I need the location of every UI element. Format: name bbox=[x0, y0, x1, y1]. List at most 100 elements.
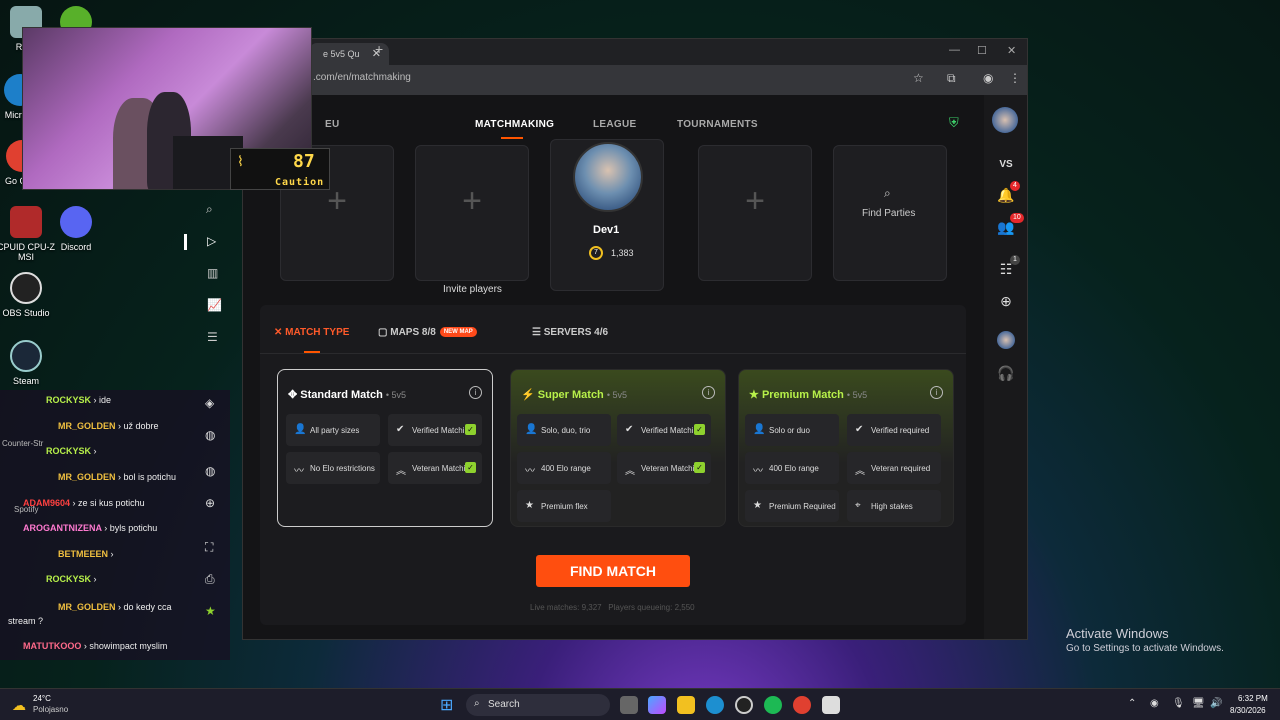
match-settings-panel: ✕ MATCH TYPE ▢ MAPS 8/8 NEW MAP ☰ SERVERS… bbox=[260, 305, 966, 625]
headset-icon[interactable]: 🎧 bbox=[996, 363, 1016, 383]
bell-icon[interactable]: 🔔 4 bbox=[996, 181, 1020, 205]
obs-icon[interactable] bbox=[735, 696, 753, 714]
search-box[interactable]: ⌕ Search bbox=[466, 694, 610, 716]
pulse-icon: ⌇ bbox=[237, 153, 244, 169]
add-icon[interactable]: ⊕ bbox=[996, 291, 1016, 311]
desktop-icon-steam[interactable]: Steam bbox=[0, 340, 58, 386]
standard-match-card[interactable]: ✥ Standard Match • 5v5 i 👤 All party size… bbox=[277, 369, 493, 527]
nav-league[interactable]: LEAGUE bbox=[593, 119, 636, 130]
player-avatar bbox=[573, 142, 643, 212]
network-icon[interactable]: 🖥 bbox=[1192, 698, 1205, 709]
basket-side-icon[interactable]: ⎙ bbox=[205, 572, 215, 587]
clock-time[interactable]: 6:32 PM bbox=[1238, 694, 1268, 703]
feature-elo: 〰 No Elo restrictions bbox=[286, 452, 380, 484]
shield-icon[interactable]: ⛨ bbox=[949, 115, 959, 131]
chat-line: MR_GOLDEN › do kedy cca stream ? bbox=[8, 602, 172, 626]
minimize-icon[interactable]: — bbox=[949, 44, 960, 56]
feature-veteran: ︽ Veteran Matching ✓ bbox=[388, 452, 482, 484]
weather-icon[interactable]: ☁ bbox=[12, 697, 26, 714]
region-selector[interactable]: EU bbox=[325, 119, 340, 130]
leaderboard-icon[interactable]: ▥ bbox=[207, 266, 218, 280]
steam-tray-icon[interactable]: ◉ bbox=[1150, 698, 1159, 709]
premium-match-card[interactable]: ★ Premium Match • 5v5 i 👤 Solo or duo ✔ Ve… bbox=[738, 369, 954, 527]
user-icon: 👤 bbox=[525, 424, 538, 435]
task-view-icon[interactable] bbox=[620, 696, 638, 714]
check-icon: ✓ bbox=[465, 424, 476, 435]
spotify-icon[interactable] bbox=[764, 696, 782, 714]
super-match-card[interactable]: ⚡ Super Match • 5v5 i 👤 Solo, duo, trio ✔… bbox=[510, 369, 726, 527]
scan-side-icon[interactable]: ⛶ bbox=[205, 540, 213, 555]
feature-elo: 〰 400 Elo range bbox=[517, 452, 611, 484]
extensions-icon[interactable]: ⧉ bbox=[947, 71, 956, 86]
friend-avatar[interactable] bbox=[997, 331, 1015, 349]
queue-stats: Live matches: 9,327 Players queueing: 2,… bbox=[530, 603, 695, 612]
party-icon[interactable]: ☷ 1 bbox=[996, 255, 1020, 279]
chart-icon[interactable]: 📈 bbox=[207, 298, 222, 312]
mic-icon[interactable]: 🎙 bbox=[1172, 698, 1185, 709]
feature-elo: 〰 400 Elo range bbox=[745, 452, 839, 484]
windows-start-icon[interactable]: ⊞ bbox=[440, 695, 453, 715]
info-icon[interactable]: i bbox=[469, 386, 482, 399]
feature-verified: ✔ Verified Matching ✓ bbox=[388, 414, 482, 446]
play-icon[interactable]: ▷ bbox=[207, 234, 216, 248]
chevron-rank-icon: ︽ bbox=[855, 466, 865, 477]
friends-icon[interactable]: 👥 10 bbox=[996, 213, 1024, 237]
search-icon: ⌕ bbox=[884, 186, 891, 200]
file-explorer-icon[interactable] bbox=[677, 696, 695, 714]
vs-label[interactable]: VS bbox=[996, 155, 1016, 175]
edge-icon[interactable] bbox=[706, 696, 724, 714]
desktop-icon-obs[interactable]: OBS Studio bbox=[0, 272, 58, 318]
find-match-button[interactable]: FIND MATCH bbox=[536, 555, 690, 587]
list-icon[interactable]: ☰ bbox=[207, 330, 218, 344]
notification-badge: 4 bbox=[1010, 181, 1020, 191]
bookmark-star-icon[interactable]: ☆ bbox=[913, 71, 924, 85]
profile-icon[interactable]: ◉ bbox=[983, 71, 993, 85]
user-icon: 👤 bbox=[294, 424, 307, 435]
volume-icon[interactable]: 🔊 bbox=[1210, 698, 1222, 709]
feature-party-sizes: 👤 All party sizes bbox=[286, 414, 380, 446]
info-icon[interactable]: i bbox=[702, 386, 715, 399]
chat-line: MR_GOLDEN › už dobre bbox=[58, 421, 159, 431]
chat-line: AROGANTNIZENA › byls potichu bbox=[23, 523, 158, 533]
copilot-icon[interactable] bbox=[648, 696, 666, 714]
search-placeholder: Search bbox=[488, 699, 520, 710]
tab-servers[interactable]: ☰ SERVERS 4/6 bbox=[532, 327, 608, 338]
party-slot-empty[interactable]: + bbox=[698, 145, 812, 281]
feature-premium-required: ★ Premium Required bbox=[745, 490, 839, 522]
plus-icon: + bbox=[462, 182, 482, 220]
chrome-icon[interactable] bbox=[793, 696, 811, 714]
maximize-icon[interactable]: ☐ bbox=[977, 44, 987, 57]
feature-veteran: ︽ Veteran Matching ✓ bbox=[617, 452, 711, 484]
clock-date[interactable]: 8/30/2026 bbox=[1230, 706, 1266, 715]
desktop-icon-discord[interactable]: Discord bbox=[44, 206, 108, 252]
player-name: Dev1 bbox=[593, 224, 620, 236]
gauge-value: 87 bbox=[293, 151, 315, 172]
server-icon: ☰ bbox=[532, 327, 541, 338]
menu-icon[interactable]: ⋮ bbox=[1009, 71, 1021, 85]
url-field[interactable]: .com/en/matchmaking bbox=[313, 72, 411, 83]
trend-icon: 〰 bbox=[753, 466, 763, 477]
discord-side-icon[interactable]: ◈ bbox=[205, 396, 214, 410]
user-icon: 👤 bbox=[753, 424, 766, 435]
find-parties-slot[interactable]: ⌕ Find Parties bbox=[833, 145, 947, 281]
search-stats-icon[interactable]: ⌕ bbox=[206, 202, 213, 217]
info-icon[interactable]: i bbox=[930, 386, 943, 399]
active-nav-marker bbox=[184, 234, 187, 250]
close-window-icon[interactable]: ✕ bbox=[1007, 44, 1016, 57]
new-tab-icon[interactable]: + bbox=[375, 41, 383, 57]
app-icon[interactable] bbox=[822, 696, 840, 714]
crosshair-side-icon[interactable]: ⊕ bbox=[205, 496, 215, 510]
avatar-side-icon[interactable]: ◍ bbox=[205, 464, 215, 478]
desktop-label-spotify: Spotify bbox=[14, 505, 39, 514]
nav-tournaments[interactable]: TOURNAMENTS bbox=[677, 119, 758, 130]
player-card[interactable]: Dev1 7 1,383 bbox=[550, 139, 664, 291]
nav-matchmaking[interactable]: MATCHMAKING bbox=[475, 119, 554, 139]
avatar-side-icon[interactable]: ◍ bbox=[205, 428, 215, 442]
invite-players-slot[interactable]: + bbox=[415, 145, 529, 281]
tab-match-type[interactable]: ✕ MATCH TYPE bbox=[274, 327, 349, 338]
tab-maps[interactable]: ▢ MAPS 8/8 NEW MAP bbox=[378, 327, 477, 338]
star-side-icon[interactable]: ★ bbox=[205, 604, 216, 618]
tray-chevron-icon[interactable]: ⌃ bbox=[1128, 698, 1136, 709]
avatar[interactable] bbox=[992, 107, 1018, 133]
verified-icon: ✔ bbox=[625, 424, 634, 435]
